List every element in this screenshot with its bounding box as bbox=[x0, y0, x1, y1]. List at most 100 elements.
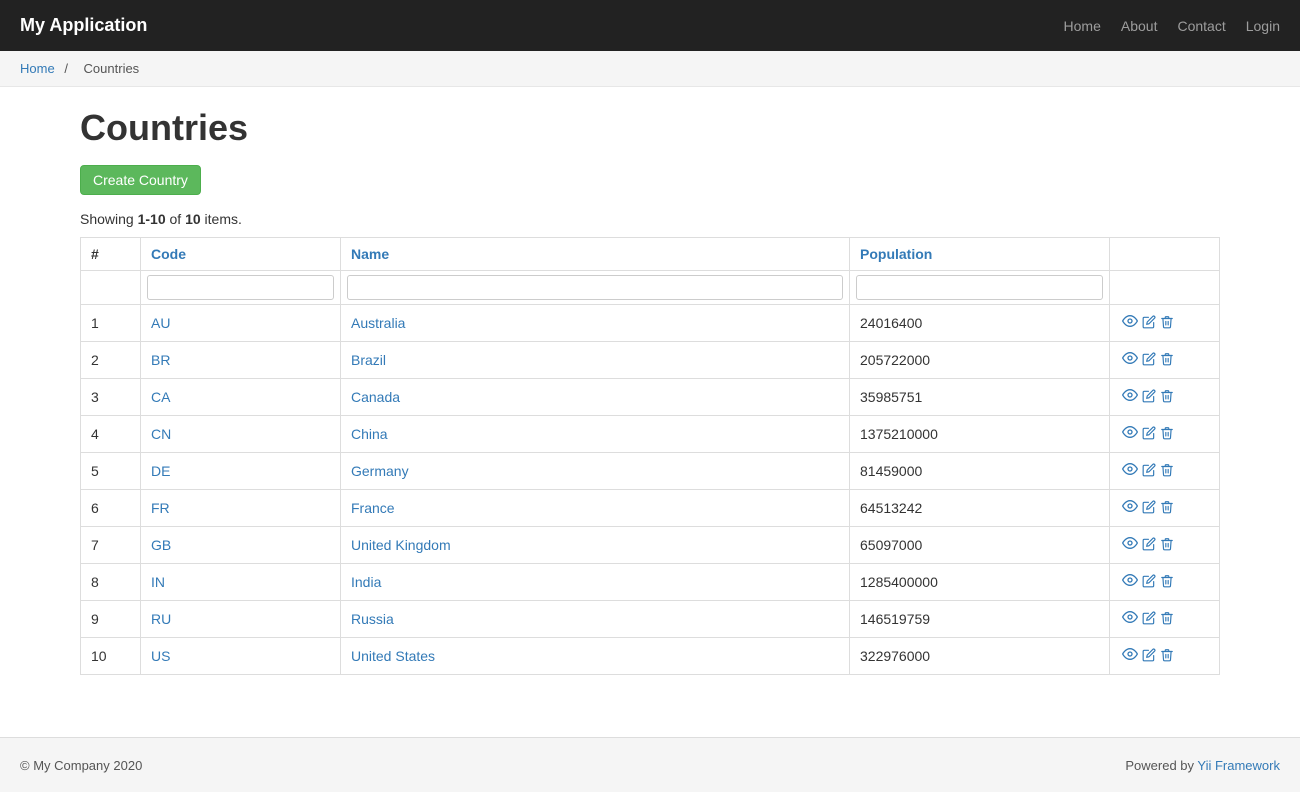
table-row: 10USUnited States322976000 bbox=[81, 638, 1220, 675]
code-link[interactable]: IN bbox=[151, 574, 165, 590]
edit-icon[interactable] bbox=[1142, 648, 1156, 666]
cell-name: Russia bbox=[341, 601, 850, 638]
name-link[interactable]: Brazil bbox=[351, 352, 386, 368]
footer-powered-by: Powered by Yii Framework bbox=[1125, 758, 1280, 773]
filter-population-input[interactable] bbox=[856, 275, 1103, 300]
code-link[interactable]: CA bbox=[151, 389, 170, 405]
table-row: 1AUAustralia24016400 bbox=[81, 305, 1220, 342]
delete-icon[interactable] bbox=[1160, 500, 1174, 518]
name-link[interactable]: France bbox=[351, 500, 395, 516]
col-header-code[interactable]: Code bbox=[141, 238, 341, 271]
code-link[interactable]: FR bbox=[151, 500, 170, 516]
code-link[interactable]: US bbox=[151, 648, 170, 664]
name-link[interactable]: China bbox=[351, 426, 388, 442]
name-link[interactable]: Australia bbox=[351, 315, 405, 331]
col-header-population[interactable]: Population bbox=[850, 238, 1110, 271]
code-link[interactable]: AU bbox=[151, 315, 170, 331]
cell-population: 1285400000 bbox=[850, 564, 1110, 601]
view-icon[interactable] bbox=[1122, 498, 1138, 518]
edit-icon[interactable] bbox=[1142, 389, 1156, 407]
cell-code: AU bbox=[141, 305, 341, 342]
cell-num: 4 bbox=[81, 416, 141, 453]
showing-total: 10 bbox=[185, 211, 201, 227]
edit-icon[interactable] bbox=[1142, 611, 1156, 629]
breadcrumb-home[interactable]: Home bbox=[20, 61, 55, 76]
col-header-actions bbox=[1110, 238, 1220, 271]
name-link[interactable]: United States bbox=[351, 648, 435, 664]
view-icon[interactable] bbox=[1122, 350, 1138, 370]
cell-code: RU bbox=[141, 601, 341, 638]
delete-icon[interactable] bbox=[1160, 463, 1174, 481]
delete-icon[interactable] bbox=[1160, 315, 1174, 333]
table-row: 4CNChina1375210000 bbox=[81, 416, 1220, 453]
delete-icon[interactable] bbox=[1160, 352, 1174, 370]
nav-item-about[interactable]: About bbox=[1121, 18, 1158, 34]
footer-yii-link[interactable]: Yii Framework bbox=[1197, 758, 1280, 773]
code-link[interactable]: BR bbox=[151, 352, 170, 368]
cell-actions bbox=[1110, 490, 1220, 527]
view-icon[interactable] bbox=[1122, 387, 1138, 407]
table-row: 7GBUnited Kingdom65097000 bbox=[81, 527, 1220, 564]
filter-code-input[interactable] bbox=[147, 275, 334, 300]
delete-icon[interactable] bbox=[1160, 648, 1174, 666]
delete-icon[interactable] bbox=[1160, 574, 1174, 592]
nav-item-login[interactable]: Login bbox=[1246, 18, 1280, 34]
code-link[interactable]: DE bbox=[151, 463, 170, 479]
view-icon[interactable] bbox=[1122, 461, 1138, 481]
delete-icon[interactable] bbox=[1160, 537, 1174, 555]
delete-icon[interactable] bbox=[1160, 611, 1174, 629]
filter-population-cell bbox=[850, 271, 1110, 305]
edit-icon[interactable] bbox=[1142, 463, 1156, 481]
cell-population: 64513242 bbox=[850, 490, 1110, 527]
cell-actions bbox=[1110, 379, 1220, 416]
footer: © My Company 2020 Powered by Yii Framewo… bbox=[0, 737, 1300, 792]
code-link[interactable]: CN bbox=[151, 426, 171, 442]
breadcrumb-current: Countries bbox=[84, 61, 140, 76]
cell-name: United States bbox=[341, 638, 850, 675]
delete-icon[interactable] bbox=[1160, 426, 1174, 444]
data-table: # Code Name Population 1AUA bbox=[80, 237, 1220, 675]
edit-icon[interactable] bbox=[1142, 352, 1156, 370]
cell-name: India bbox=[341, 564, 850, 601]
nav-item-contact[interactable]: Contact bbox=[1177, 18, 1225, 34]
cell-num: 5 bbox=[81, 453, 141, 490]
col-header-name[interactable]: Name bbox=[341, 238, 850, 271]
view-icon[interactable] bbox=[1122, 646, 1138, 666]
navbar-brand[interactable]: My Application bbox=[20, 15, 147, 36]
name-link[interactable]: Germany bbox=[351, 463, 409, 479]
edit-icon[interactable] bbox=[1142, 315, 1156, 333]
breadcrumb-separator: / bbox=[64, 61, 71, 76]
create-country-button[interactable]: Create Country bbox=[80, 165, 201, 195]
delete-icon[interactable] bbox=[1160, 389, 1174, 407]
code-link[interactable]: GB bbox=[151, 537, 171, 553]
table-body: 1AUAustralia240164002BRBrazil2057220003C… bbox=[81, 305, 1220, 675]
view-icon[interactable] bbox=[1122, 572, 1138, 592]
col-header-num: # bbox=[81, 238, 141, 271]
code-link[interactable]: RU bbox=[151, 611, 171, 627]
view-icon[interactable] bbox=[1122, 424, 1138, 444]
showing-text: Showing 1-10 of 10 items. bbox=[80, 211, 1220, 227]
navbar: My Application Home About Contact Login bbox=[0, 0, 1300, 51]
name-link[interactable]: United Kingdom bbox=[351, 537, 451, 553]
nav-item-home[interactable]: Home bbox=[1064, 18, 1101, 34]
cell-name: United Kingdom bbox=[341, 527, 850, 564]
view-icon[interactable] bbox=[1122, 609, 1138, 629]
table-row: 9RURussia146519759 bbox=[81, 601, 1220, 638]
edit-icon[interactable] bbox=[1142, 574, 1156, 592]
filter-name-input[interactable] bbox=[347, 275, 843, 300]
edit-icon[interactable] bbox=[1142, 537, 1156, 555]
showing-range: 1-10 bbox=[138, 211, 166, 227]
edit-icon[interactable] bbox=[1142, 426, 1156, 444]
view-icon[interactable] bbox=[1122, 313, 1138, 333]
table-row: 3CACanada35985751 bbox=[81, 379, 1220, 416]
cell-population: 146519759 bbox=[850, 601, 1110, 638]
cell-name: France bbox=[341, 490, 850, 527]
name-link[interactable]: India bbox=[351, 574, 381, 590]
cell-actions bbox=[1110, 601, 1220, 638]
name-link[interactable]: Canada bbox=[351, 389, 400, 405]
edit-icon[interactable] bbox=[1142, 500, 1156, 518]
cell-population: 24016400 bbox=[850, 305, 1110, 342]
name-link[interactable]: Russia bbox=[351, 611, 394, 627]
view-icon[interactable] bbox=[1122, 535, 1138, 555]
cell-name: China bbox=[341, 416, 850, 453]
